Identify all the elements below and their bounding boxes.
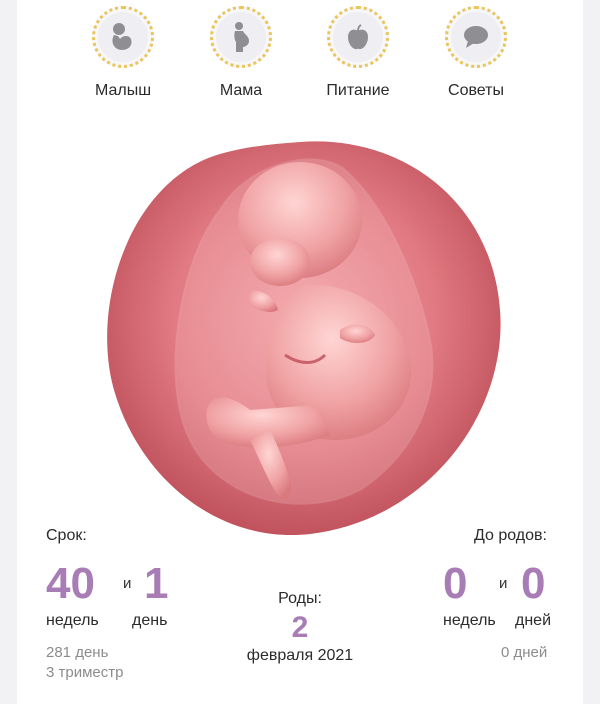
nav-item-baby[interactable]: Малыш [63,6,183,100]
nav-label: Мама [219,82,263,99]
nav-item-tips[interactable]: Советы [416,6,536,100]
baby-icon [112,23,132,50]
apple-icon [348,24,368,50]
nav-circle [210,6,272,68]
due-label: Роды: [278,590,322,607]
term-total-days: 281 день [46,644,109,661]
nav-circle [445,6,507,68]
due-month-year: февраля 2021 [246,647,354,664]
nav-circle [92,6,154,68]
term-and-text: и [123,575,132,592]
nav-label: Советы [448,82,504,99]
nav-item-nutrition[interactable]: Питание [298,6,418,100]
fetus-in-womb-image [107,141,501,536]
until-days-unit: дней [515,612,552,629]
until-and-text: и [499,575,508,592]
speech-bubble-icon [464,26,488,48]
nav-item-mom[interactable]: Мама [181,6,301,100]
term-weeks-unit: недель [46,612,99,629]
term-trimester: 3 триместр [46,664,124,681]
until-weeks-value: 0 [443,559,468,608]
until-weeks-unit: недель [443,612,496,629]
term-days-unit: день [132,612,168,629]
term-days-value: 1 [144,559,169,608]
nav-circle [327,6,389,68]
due-day-value: 2 [291,611,309,644]
until-total-days: 0 дней [501,644,548,661]
term-label: Срок: [46,527,87,544]
until-label: До родов: [474,527,547,544]
term-weeks-value: 40 [46,559,95,608]
nav-label: Питание [326,82,390,99]
nav-label: Малыш [94,82,152,99]
pregnant-woman-icon [234,22,249,52]
until-days-value: 0 [521,559,546,608]
category-nav: Малыш Мама Питание Советы [0,0,600,120]
